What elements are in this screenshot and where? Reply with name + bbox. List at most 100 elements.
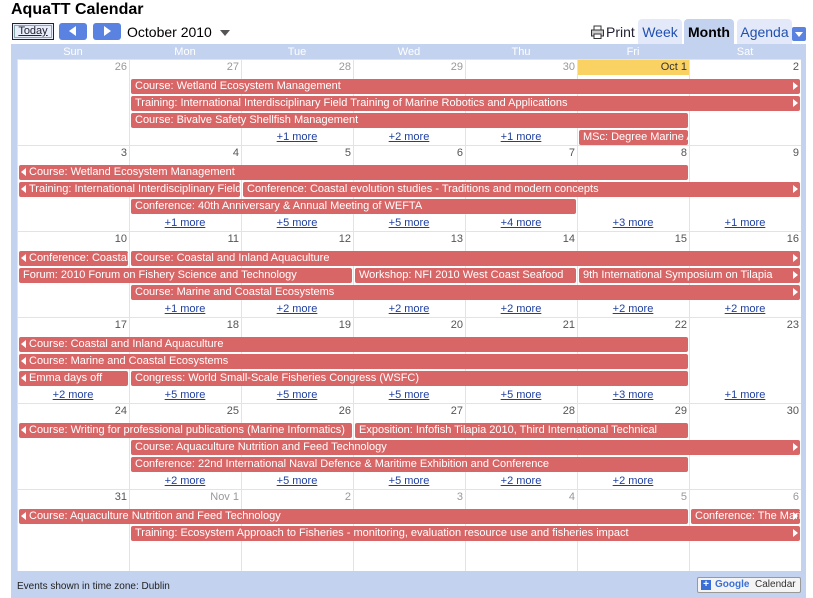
day-number[interactable]: 19	[242, 318, 353, 333]
google-calendar-badge[interactable]: + Google Calendar	[697, 577, 801, 593]
day-number[interactable]: 27	[354, 404, 465, 419]
event-chip[interactable]: Workshop: NFI 2010 West Coast Seafood	[355, 268, 576, 283]
day-number[interactable]: 5	[242, 146, 353, 161]
event-chip[interactable]: Training: Ecosystem Approach to Fisherie…	[131, 526, 800, 541]
tab-week[interactable]: Week	[638, 19, 682, 46]
event-chip[interactable]: Training: International Interdisciplinar…	[131, 96, 800, 111]
more-events-link[interactable]: +2 more	[465, 303, 577, 316]
event-chip[interactable]: Emma days off	[19, 371, 128, 386]
event-chip[interactable]: Course: Coastal and Inland Aquaculture	[131, 251, 800, 266]
more-events-link[interactable]: +2 more	[241, 303, 353, 316]
day-number[interactable]: 3	[18, 146, 129, 161]
more-events-link[interactable]: +2 more	[129, 475, 241, 488]
more-events-link[interactable]: +1 more	[689, 217, 801, 230]
event-chip[interactable]: Conference: The Marine	[691, 509, 800, 524]
event-chip[interactable]: Course: Aquaculture Nutrition and Feed T…	[19, 509, 688, 524]
event-chip[interactable]: Course: Coastal and Inland Aquaculture	[19, 337, 688, 352]
day-number[interactable]: 2	[242, 490, 353, 505]
more-events-link[interactable]: +2 more	[17, 389, 129, 402]
day-number[interactable]: 29	[354, 60, 465, 75]
day-number[interactable]: 9	[690, 146, 801, 161]
more-events-link[interactable]: +3 more	[577, 389, 689, 402]
more-events-link[interactable]: +5 more	[241, 475, 353, 488]
day-number[interactable]: 6	[354, 146, 465, 161]
day-number[interactable]: 15	[578, 232, 689, 247]
more-events-link[interactable]: +5 more	[465, 389, 577, 402]
event-chip[interactable]: Conference: Coastal evolution studies	[19, 251, 128, 266]
tab-agenda[interactable]: Agenda	[737, 19, 792, 46]
day-number[interactable]: 2	[690, 60, 801, 75]
day-number[interactable]: 26	[242, 404, 353, 419]
day-number[interactable]: 30	[466, 60, 577, 75]
day-number[interactable]: 29	[578, 404, 689, 419]
more-events-link[interactable]: +1 more	[241, 131, 353, 144]
more-events-link[interactable]: +1 more	[689, 389, 801, 402]
event-chip[interactable]: Conference: 40th Anniversary & Annual Me…	[131, 199, 576, 214]
day-number[interactable]: 17	[18, 318, 129, 333]
more-events-link[interactable]: +5 more	[129, 389, 241, 402]
day-number[interactable]: 7	[466, 146, 577, 161]
event-chip[interactable]: Forum: 2010 Forum on Fishery Science and…	[19, 268, 352, 283]
day-number[interactable]: 24	[18, 404, 129, 419]
event-chip[interactable]: Course: Wetland Ecosystem Management	[19, 165, 688, 180]
event-chip[interactable]: Course: Marine and Coastal Ecosystems	[19, 354, 688, 369]
more-events-link[interactable]: +1 more	[465, 131, 577, 144]
today-button[interactable]: Today	[12, 23, 54, 40]
event-chip[interactable]: Course: Bivalve Safety Shellfish Managem…	[131, 113, 688, 128]
day-number[interactable]: 12	[242, 232, 353, 247]
day-number[interactable]: 26	[18, 60, 129, 75]
day-number[interactable]: 16	[690, 232, 801, 247]
day-number[interactable]: 30	[690, 404, 801, 419]
more-events-link[interactable]: +5 more	[353, 389, 465, 402]
more-events-link[interactable]: +3 more	[577, 217, 689, 230]
day-number[interactable]: Nov 1	[130, 490, 241, 505]
event-chip[interactable]: Exposition: Infofish Tilapia 2010, Third…	[355, 423, 688, 438]
view-dropdown-icon[interactable]	[792, 27, 806, 41]
day-number[interactable]: 21	[466, 318, 577, 333]
more-events-link[interactable]: +5 more	[353, 217, 465, 230]
event-chip[interactable]: Course: Aquaculture Nutrition and Feed T…	[131, 440, 800, 455]
more-events-link[interactable]: +2 more	[689, 303, 801, 316]
next-month-button[interactable]	[93, 23, 121, 40]
day-number[interactable]: 13	[354, 232, 465, 247]
day-number[interactable]: 3	[354, 490, 465, 505]
more-events-link[interactable]: +2 more	[353, 131, 465, 144]
day-number[interactable]: 22	[578, 318, 689, 333]
event-chip[interactable]: Conference: 22nd International Naval Def…	[131, 457, 688, 472]
day-number[interactable]: 10	[18, 232, 129, 247]
event-chip[interactable]: Conference: Coastal evolution studies - …	[243, 182, 800, 197]
more-events-link[interactable]: +1 more	[129, 217, 241, 230]
day-number[interactable]: 6	[690, 490, 801, 505]
tab-month[interactable]: Month	[684, 19, 734, 46]
more-events-link[interactable]: +4 more	[465, 217, 577, 230]
day-number[interactable]: 18	[130, 318, 241, 333]
print-button[interactable]: Print	[591, 24, 635, 40]
current-month-label[interactable]: October 2010	[127, 24, 212, 40]
day-number[interactable]: 4	[466, 490, 577, 505]
day-number[interactable]: 11	[130, 232, 241, 247]
day-number[interactable]: 4	[130, 146, 241, 161]
day-number[interactable]: Oct 1	[578, 60, 689, 75]
day-number[interactable]: 28	[242, 60, 353, 75]
day-number[interactable]: 28	[466, 404, 577, 419]
day-number[interactable]: 20	[354, 318, 465, 333]
event-chip[interactable]: Course: Writing for professional publica…	[19, 423, 352, 438]
more-events-link[interactable]: +1 more	[129, 303, 241, 316]
event-chip[interactable]: Training: International Interdisciplinar…	[19, 182, 240, 197]
previous-month-button[interactable]	[59, 23, 87, 40]
more-events-link[interactable]: +5 more	[353, 475, 465, 488]
event-chip[interactable]: 9th International Symposium on Tilapia	[579, 268, 800, 283]
more-events-link[interactable]: +2 more	[577, 303, 689, 316]
more-events-link[interactable]: +5 more	[241, 217, 353, 230]
event-chip[interactable]: Course: Wetland Ecosystem Management	[131, 79, 800, 94]
day-number[interactable]: 14	[466, 232, 577, 247]
more-events-link[interactable]: +2 more	[577, 475, 689, 488]
day-number[interactable]: 27	[130, 60, 241, 75]
day-number[interactable]: 8	[578, 146, 689, 161]
month-dropdown-icon[interactable]	[220, 30, 230, 36]
day-number[interactable]: 5	[578, 490, 689, 505]
day-number[interactable]: 25	[130, 404, 241, 419]
day-number[interactable]: 23	[690, 318, 801, 333]
event-chip[interactable]: Congress: World Small-Scale Fisheries Co…	[131, 371, 688, 386]
more-events-link[interactable]: +2 more	[465, 475, 577, 488]
